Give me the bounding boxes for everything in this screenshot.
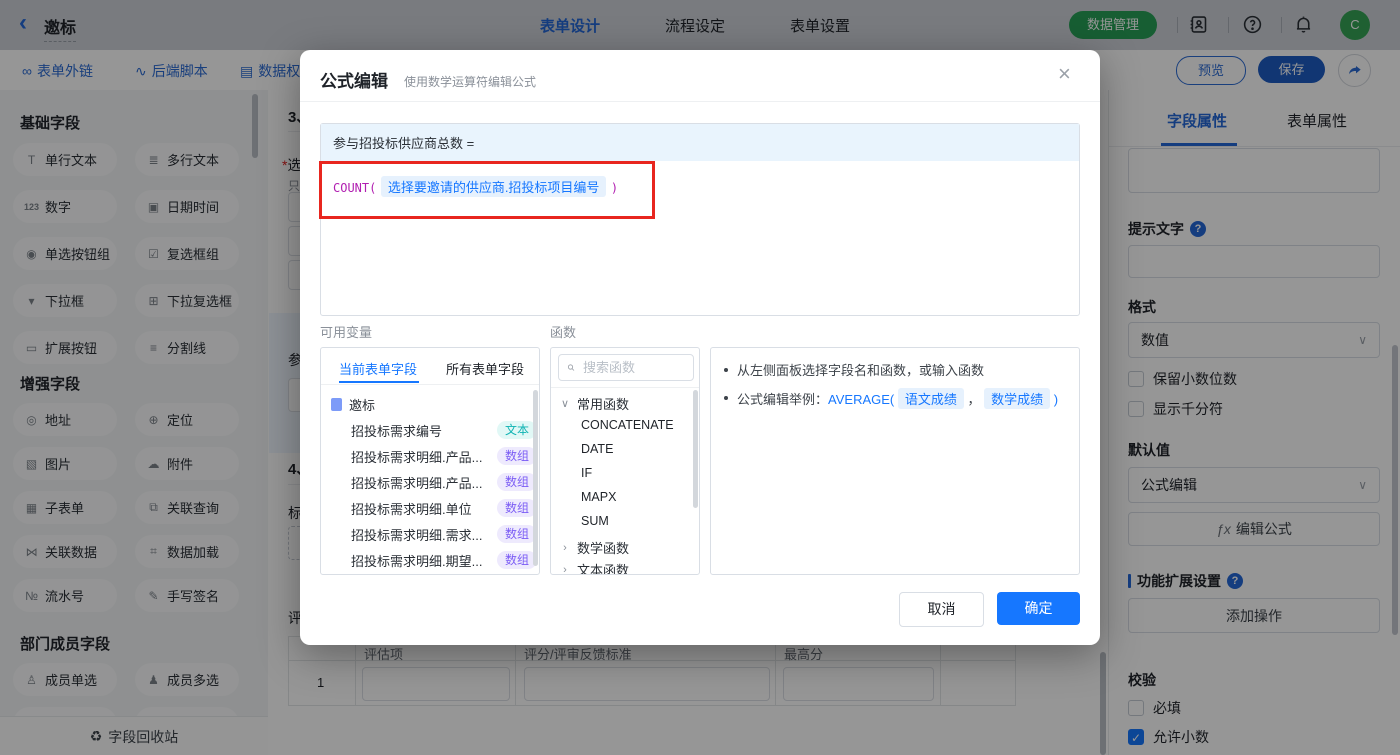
function-group-math[interactable]: › 数学函数	[560, 538, 629, 557]
type-badge: 数组	[496, 525, 537, 543]
function-item[interactable]: CONCATENATE	[581, 418, 674, 432]
type-badge: 数组	[496, 499, 537, 517]
variables-scrollbar[interactable]	[533, 390, 538, 566]
variable-row[interactable]: 招投标需求明细.产品... 数组	[351, 443, 537, 469]
modal-title: 公式编辑	[320, 72, 388, 91]
type-badge: 数组	[496, 551, 537, 569]
search-icon	[567, 364, 575, 371]
variable-row[interactable]: 招投标需求明细.需求... 数组	[351, 521, 537, 547]
confirm-button[interactable]: 确定	[997, 592, 1080, 625]
variable-row[interactable]: 招投标需求明细.单位 数组	[351, 495, 537, 521]
chevron-down-icon: ∨	[560, 398, 570, 410]
function-search[interactable]	[558, 354, 694, 381]
annotation-red-box	[319, 161, 655, 219]
active-tab-underline	[339, 381, 419, 383]
functions-scrollbar[interactable]	[693, 390, 698, 508]
divider	[300, 101, 1100, 102]
type-badge: 数组	[496, 447, 537, 465]
bullet-dot	[724, 396, 728, 400]
tip-line-1: 从左侧面板选择字段名和函数，或输入函数	[737, 363, 985, 378]
function-item[interactable]: DATE	[581, 442, 613, 456]
formula-target-strip: 参与招投标供应商总数 =	[321, 124, 1079, 161]
chevron-right-icon: ›	[563, 563, 567, 575]
variables-label: 可用变量	[320, 325, 373, 340]
function-item[interactable]: IF	[581, 466, 592, 480]
divider	[321, 384, 539, 385]
tips-panel: 从左侧面板选择字段名和函数，或输入函数 公式编辑举例：AVERAGE( 语文成绩…	[710, 347, 1080, 575]
formula-edit-modal: 公式编辑 使用数学运算符编辑公式 × 参与招投标供应商总数 = COUNT( 选…	[300, 50, 1100, 645]
function-group-text[interactable]: › 文本函数	[560, 560, 629, 575]
example-chip: 语文成绩	[897, 388, 964, 409]
function-item[interactable]: MAPX	[581, 490, 616, 504]
formula-editor[interactable]: 参与招投标供应商总数 = COUNT( 选择要邀请的供应商.招投标项目编号 )	[320, 123, 1080, 316]
form-doc-icon	[331, 397, 342, 411]
divider	[551, 387, 699, 388]
tree-root-label: 邀标	[349, 397, 376, 413]
functions-label: 函数	[550, 325, 577, 340]
function-item[interactable]: SUM	[581, 514, 609, 528]
type-badge: 数组	[496, 473, 537, 491]
example-chip: 数学成绩	[984, 388, 1051, 409]
function-search-input[interactable]	[581, 359, 685, 376]
chevron-right-icon: ›	[563, 541, 567, 554]
average-function: AVERAGE(	[828, 392, 895, 407]
variable-row[interactable]: 招投标需求明细.产品... 数组	[351, 469, 537, 495]
tab-all-form-fields[interactable]: 所有表单字段	[446, 359, 524, 378]
tab-current-form-fields[interactable]: 当前表单字段	[339, 359, 417, 378]
bullet-dot	[724, 368, 728, 372]
close-icon[interactable]: ×	[1058, 63, 1071, 85]
app-screen: ‹ 邀标 表单设计 流程设定 表单设置 数据管理 C ∞ 表单外链 ∿ 后端脚本…	[0, 0, 1400, 755]
functions-panel: ∨常用函数 CONCATENATE DATE IF MAPX SUM ›数学函数…	[550, 347, 700, 575]
variable-row[interactable]: 招投标需求明细.期望... 数组	[351, 547, 537, 573]
modal-subtitle: 使用数学运算符编辑公式	[404, 75, 537, 89]
variables-panel: 当前表单字段 所有表单字段 邀标 招投标需求编号 文本 招投标需求明细.产品...…	[320, 347, 540, 575]
formula-target: 参与招投标供应商总数 =	[333, 136, 475, 151]
cancel-button[interactable]: 取消	[899, 592, 984, 627]
function-group-common[interactable]: ∨ 常用函数	[560, 394, 629, 413]
tip-line-2: 公式编辑举例：AVERAGE( 语文成绩 ， 数学成绩 )	[737, 388, 1058, 409]
tree-root-form[interactable]: 邀标	[331, 392, 521, 416]
variable-row[interactable]: 招投标需求编号 文本	[351, 417, 537, 443]
type-badge: 文本	[496, 421, 537, 439]
